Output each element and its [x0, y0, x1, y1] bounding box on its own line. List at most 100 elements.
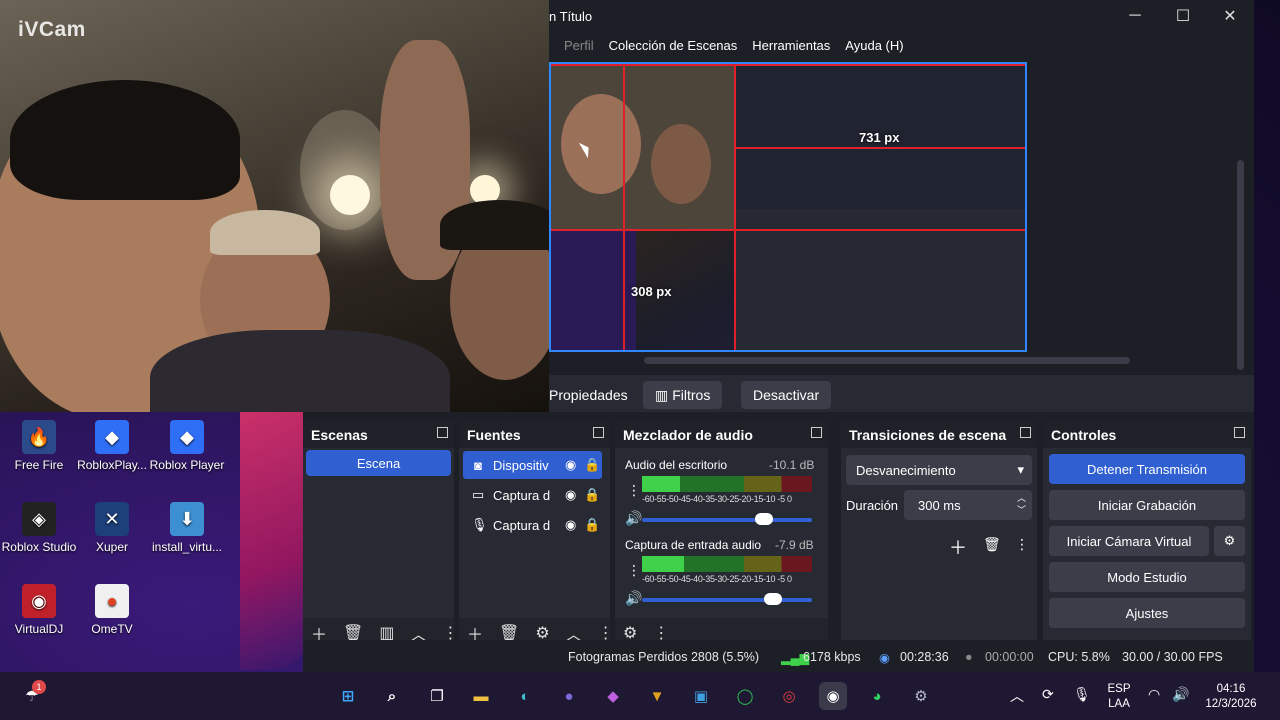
roblox-studio-icon: ◈ — [22, 502, 56, 536]
menu-tools[interactable]: Herramientas — [752, 38, 830, 58]
sync-icon[interactable]: ⟳ — [1042, 686, 1054, 703]
clock[interactable]: 04:16 12/3/2026 — [1196, 682, 1266, 712]
deactivate-button[interactable]: Desactivar — [741, 381, 832, 409]
wifi-icon[interactable]: ◠ — [1148, 686, 1160, 703]
virtual-camera-button[interactable]: Iniciar Cámara Virtual — [1049, 526, 1209, 556]
maximize-button[interactable]: ☐ — [1160, 0, 1206, 32]
microphone-icon[interactable]: 🎙 — [1073, 686, 1091, 703]
chrome-icon[interactable]: ◎ — [775, 682, 803, 710]
volume-slider[interactable] — [642, 513, 812, 525]
lock-icon[interactable]: 🔒 — [584, 487, 600, 503]
properties-button[interactable]: Propiedades — [549, 381, 640, 409]
transition-select[interactable]: Desvanecimiento ▾ — [846, 455, 1032, 485]
studio-mode-button[interactable]: Modo Estudio — [1049, 562, 1245, 592]
trash-icon[interactable]: 🗑 — [983, 536, 1001, 553]
duration-label: Duración — [846, 498, 899, 513]
desktop-icon-robloxplayer-shortcut[interactable]: ◆ RobloxPlay... — [73, 416, 151, 472]
desktop-icon-xuper[interactable]: ✕ Xuper — [73, 498, 151, 554]
edge-icon[interactable]: ◐ — [511, 682, 539, 710]
eye-icon[interactable]: ◉ — [565, 457, 576, 473]
scenes-header: Escenas — [303, 420, 454, 448]
desktop-icon-installer[interactable]: ⬇ install_virtu... — [148, 498, 226, 554]
preview-vertical-scrollbar[interactable] — [1237, 160, 1244, 370]
stop-stream-button[interactable]: Detener Transmisión — [1049, 454, 1245, 484]
file-explorer-icon[interactable]: ▬ — [467, 682, 495, 710]
desktop-icon-label: install_virtu... — [151, 540, 223, 554]
popout-icon[interactable] — [811, 427, 822, 438]
controls-dock: Controles Detener Transmisión Iniciar Gr… — [1043, 420, 1251, 648]
lock-icon[interactable]: 🔒 — [584, 457, 600, 473]
m365-icon[interactable]: ◆ — [599, 682, 627, 710]
lock-icon[interactable]: 🔒 — [584, 517, 600, 533]
store-icon[interactable]: ▣ — [687, 682, 715, 710]
chevron-up-icon[interactable]: ︿ — [1010, 686, 1024, 706]
desktop-icon-freefire[interactable]: 🔥 Free Fire — [0, 416, 78, 472]
settings-button[interactable]: Ajustes — [1049, 598, 1245, 628]
teams-icon[interactable]: ● — [555, 682, 583, 710]
meter-ticks: -60-55-50-45-40-35-30-25-20-15-10 -5 0 — [642, 494, 792, 504]
obs-icon[interactable]: ◉ — [819, 682, 847, 710]
filters-button[interactable]: ▥ Filtros — [643, 381, 723, 409]
spotify-icon[interactable]: ◕ — [863, 682, 891, 710]
preview-area[interactable]: 731 px 308 px — [549, 60, 1244, 370]
add-icon[interactable]: ＋ — [949, 534, 967, 560]
meter-ticks: -60-55-50-45-40-35-30-25-20-15-10 -5 0 — [642, 574, 792, 584]
volume-knob[interactable] — [763, 593, 782, 605]
menu-perfil[interactable]: Perfil — [564, 38, 594, 58]
brave-icon[interactable]: ▼ — [643, 682, 671, 710]
source-item[interactable]: ▭ Captura d ◉ 🔒 — [463, 481, 602, 509]
desktop-icon-roblox-studio[interactable]: ◈ Roblox Studio — [0, 498, 78, 554]
speaker-icon[interactable]: 🔊 — [625, 510, 642, 527]
desktop-icon-virtualdj[interactable]: ◉ VirtualDJ — [0, 580, 78, 636]
popout-icon[interactable] — [593, 427, 604, 438]
virtual-camera-settings-button[interactable]: ⚙ — [1214, 526, 1245, 556]
title-bar: n Título ─ ☐ ✕ — [549, 0, 1254, 32]
popout-icon[interactable] — [437, 427, 448, 438]
meter-mask — [684, 556, 812, 572]
minimize-button[interactable]: ─ — [1112, 0, 1158, 32]
cpu-usage: CPU: 5.8% — [1048, 650, 1110, 664]
volume-icon[interactable]: 🔊 — [1172, 686, 1189, 703]
sources-header: Fuentes — [459, 420, 610, 448]
whatsapp-icon[interactable]: ◯ — [731, 682, 759, 710]
stepper-icon[interactable]: ︿ ﹀ — [1017, 492, 1026, 516]
task-view-icon[interactable]: ❐ — [423, 682, 451, 710]
channel-level: -10.1 dB — [769, 458, 815, 472]
camera-icon: ◙ — [474, 457, 482, 473]
more-icon[interactable]: ⋮ — [627, 482, 641, 499]
roblox-icon: ◆ — [170, 420, 204, 454]
close-button[interactable]: ✕ — [1207, 0, 1253, 32]
start-icon[interactable]: ⊞ — [334, 682, 362, 710]
language-indicator[interactable]: ESP LAA — [1102, 682, 1136, 712]
volume-slider[interactable] — [642, 593, 812, 605]
duration-input[interactable]: 300 ms ︿ ﹀ — [904, 490, 1032, 520]
menu-help[interactable]: Ayuda (H) — [845, 38, 903, 58]
eye-icon[interactable]: ◉ — [565, 517, 576, 533]
more-icon[interactable]: ⋮ — [627, 562, 641, 579]
search-icon[interactable]: ⌕ — [378, 682, 406, 710]
scene-item[interactable]: Escena — [306, 450, 451, 476]
source-item[interactable]: ◙ Dispositiv ◉ 🔒 — [463, 451, 602, 479]
desktop-icon-label: Free Fire — [14, 458, 64, 472]
source-item[interactable]: 🎙 Captura d ◉ 🔒 — [463, 511, 602, 539]
start-recording-button[interactable]: Iniciar Grabación — [1049, 490, 1245, 520]
popout-icon[interactable] — [1234, 427, 1245, 438]
person-cap — [440, 200, 549, 250]
preview-canvas[interactable]: 731 px 308 px — [549, 62, 1027, 352]
volume-knob[interactable] — [755, 513, 774, 525]
gear-icon: ⚙ — [1223, 533, 1236, 548]
eye-icon[interactable]: ◉ — [565, 487, 576, 503]
desktop-icon-roblox-player[interactable]: ◆ Roblox Player — [148, 416, 226, 472]
popout-icon[interactable] — [1020, 427, 1031, 438]
desktop-icon-label: Roblox Player — [149, 458, 225, 472]
more-icon[interactable]: ⋮ — [1015, 536, 1029, 553]
menu-scene-collection[interactable]: Colección de Escenas — [609, 38, 738, 58]
transitions-title: Transiciones de escena — [849, 427, 1007, 443]
settings-icon[interactable]: ⚙ — [907, 682, 935, 710]
controls-title: Controles — [1051, 427, 1117, 443]
desktop-icons: 🔥 Free Fire ◆ RobloxPlay... ◆ Roblox Pla… — [0, 412, 300, 652]
virtualdj-icon: ◉ — [22, 584, 56, 618]
desktop-icon-ometv[interactable]: ● OmeTV — [73, 580, 151, 636]
preview-horizontal-scrollbar[interactable] — [644, 357, 1130, 364]
speaker-icon[interactable]: 🔊 — [625, 590, 642, 607]
